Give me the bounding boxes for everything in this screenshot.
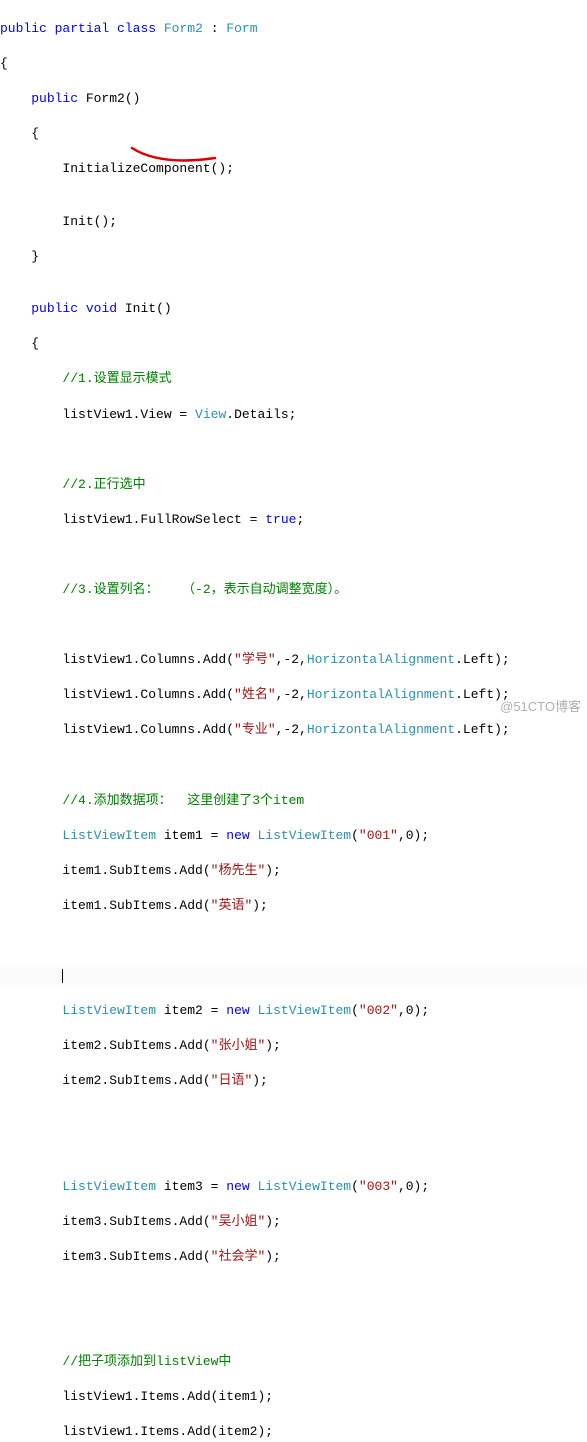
stmt: ); [265, 863, 281, 878]
stmt: .Left); [455, 652, 510, 667]
stmt: item3 = [156, 1179, 226, 1194]
keyword: public [0, 21, 47, 36]
keyword: class [117, 21, 156, 36]
stmt: ( [351, 828, 359, 843]
string: "姓名" [234, 687, 276, 702]
stmt: ); [252, 1073, 268, 1088]
stmt: listView1.Columns.Add( [0, 652, 234, 667]
stmt: listView1.Items.Add(item1); [0, 1389, 273, 1404]
comment: //3.设置列名： （-2，表示自动调整宽度）。 [62, 582, 347, 597]
string: "英语" [211, 898, 253, 913]
type: ListViewItem [62, 1003, 156, 1018]
brace: { [0, 126, 39, 141]
stmt: listView1.View = [0, 407, 195, 422]
type: Form [226, 21, 257, 36]
text: Form2() [78, 91, 140, 106]
stmt: ,0); [398, 1003, 429, 1018]
type: HorizontalAlignment [307, 687, 455, 702]
string: "社会学" [211, 1249, 266, 1264]
brace: { [0, 336, 39, 351]
stmt: listView1.Columns.Add( [0, 722, 234, 737]
type: ListViewItem [62, 828, 156, 843]
stmt [250, 828, 258, 843]
stmt: ( [351, 1179, 359, 1194]
type: HorizontalAlignment [307, 652, 455, 667]
stmt: ); [252, 898, 268, 913]
string: "003" [359, 1179, 398, 1194]
string: "002" [359, 1003, 398, 1018]
type: ListViewItem [62, 1179, 156, 1194]
string: "001" [359, 828, 398, 843]
stmt: item1.SubItems.Add( [0, 863, 211, 878]
stmt: ,-2, [276, 652, 307, 667]
stmt: listView1.FullRowSelect = [0, 512, 265, 527]
brace: { [0, 56, 8, 71]
stmt: item2.SubItems.Add( [0, 1038, 211, 1053]
comment: //2.正行选中 [62, 477, 145, 492]
stmt: ); [265, 1038, 281, 1053]
stmt: ,-2, [276, 687, 307, 702]
stmt: ,0); [398, 1179, 429, 1194]
stmt: Init(); [0, 214, 117, 229]
stmt: ); [265, 1214, 281, 1229]
string: "吴小姐" [211, 1214, 266, 1229]
stmt: item1 = [156, 828, 226, 843]
type: ListViewItem [257, 1003, 351, 1018]
string: "日语" [211, 1073, 253, 1088]
text-cursor [62, 969, 63, 983]
type: ListViewItem [257, 828, 351, 843]
keyword: public [31, 301, 78, 316]
keyword: partial [55, 21, 110, 36]
stmt: .Details; [226, 407, 296, 422]
keyword: public [31, 91, 78, 106]
string: "专业" [234, 722, 276, 737]
stmt: ( [351, 1003, 359, 1018]
stmt: item3.SubItems.Add( [0, 1249, 211, 1264]
keyword: new [226, 828, 249, 843]
type: ListViewItem [257, 1179, 351, 1194]
string: "杨先生" [211, 863, 266, 878]
comment: //把子项添加到listView中 [62, 1354, 231, 1369]
text: Init() [117, 301, 172, 316]
keyword: new [226, 1003, 249, 1018]
stmt: .Left); [455, 687, 510, 702]
stmt [250, 1179, 258, 1194]
stmt: item1.SubItems.Add( [0, 898, 211, 913]
stmt: listView1.Items.Add(item2); [0, 1424, 273, 1439]
comment: //1.设置显示模式 [62, 371, 171, 386]
stmt: item2 = [156, 1003, 226, 1018]
stmt: ,0); [398, 828, 429, 843]
text: : [203, 21, 226, 36]
stmt: InitializeComponent(); [0, 161, 234, 176]
string: "张小姐" [211, 1038, 266, 1053]
keyword: new [226, 1179, 249, 1194]
stmt: item3.SubItems.Add( [0, 1214, 211, 1229]
type: Form2 [164, 21, 203, 36]
keyword: void [86, 301, 117, 316]
comment: //4.添加数据项： 这里创建了3个item [62, 793, 304, 808]
brace: } [0, 249, 39, 264]
stmt: ; [296, 512, 304, 527]
stmt: ); [265, 1249, 281, 1264]
stmt: listView1.Columns.Add( [0, 687, 234, 702]
stmt: ,-2, [276, 722, 307, 737]
code-editor[interactable]: public partial class Form2 : Form { publ… [0, 0, 587, 1442]
stmt: item2.SubItems.Add( [0, 1073, 211, 1088]
type: View [195, 407, 226, 422]
string: "学号" [234, 652, 276, 667]
type: HorizontalAlignment [307, 722, 455, 737]
stmt [250, 1003, 258, 1018]
stmt: .Left); [455, 722, 510, 737]
keyword: true [265, 512, 296, 527]
